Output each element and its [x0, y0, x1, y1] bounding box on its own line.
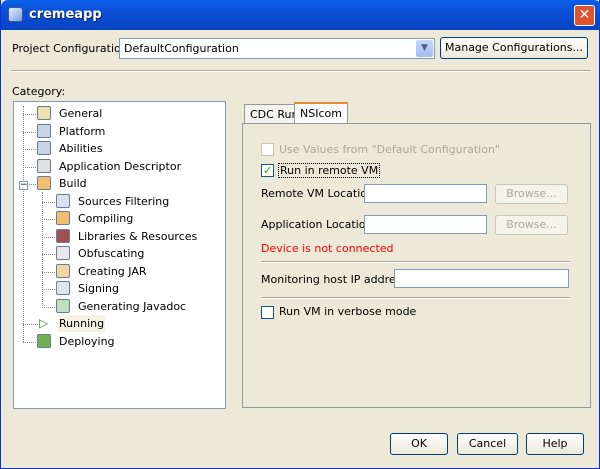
play-icon: ▷ [39, 316, 49, 330]
run-remote-label: Run in remote VM [278, 163, 381, 178]
chevron-down-icon[interactable]: ▼ [416, 40, 433, 57]
manage-configurations-button[interactable]: Manage Configurations... [440, 37, 588, 59]
close-button[interactable]: ✕ [574, 5, 595, 26]
tree-item-creating-jar[interactable]: Creating JAR [77, 263, 148, 280]
help-button[interactable]: Help [526, 433, 584, 455]
monitoring-ip-label: Monitoring host IP address: [261, 273, 411, 286]
error-message: Device is not connected [261, 242, 394, 255]
verbose-label: Run VM in verbose mode [279, 305, 417, 318]
project-config-select[interactable]: DefaultConfiguration ▼ [119, 38, 435, 59]
app-location-label: Application Location: [261, 218, 377, 231]
tree-item-application-descriptor[interactable]: Application Descriptor [58, 158, 182, 175]
tree-item-deploying[interactable]: Deploying [58, 333, 116, 350]
run-remote-checkbox[interactable]: ✓ [261, 164, 274, 177]
build-icon [37, 176, 51, 190]
libraries-resources-icon [56, 228, 70, 243]
obfuscating-icon [56, 246, 70, 260]
divider [261, 297, 570, 299]
divider [261, 261, 570, 263]
tree-item-build[interactable]: Build [58, 175, 88, 192]
use-defaults-checkbox[interactable] [261, 143, 274, 156]
divider [11, 70, 591, 72]
remote-vm-label: Remote VM Location: [261, 187, 378, 200]
application-descriptor-icon [37, 158, 51, 173]
tree-item-running[interactable]: Running [58, 315, 106, 332]
sources-filtering-icon [56, 193, 70, 208]
tree-item-general[interactable]: General [58, 105, 103, 122]
collapse-build-icon[interactable]: − [19, 181, 28, 190]
tree-item-libraries-resources[interactable]: Libraries & Resources [77, 228, 198, 245]
window-title: cremeapp [29, 7, 102, 22]
category-label: Category: [12, 85, 66, 98]
remote-vm-browse-button[interactable]: Browse... [495, 184, 568, 204]
category-tree: General Platform Abilities Application Desc… [13, 101, 226, 409]
tree-item-abilities[interactable]: Abilities [58, 140, 104, 157]
verbose-checkbox[interactable] [261, 306, 274, 319]
dialog-window: cremeapp ✕ Project Configuration: Defaul… [0, 0, 600, 469]
generating-javadoc-icon [56, 298, 70, 313]
remote-vm-input[interactable] [364, 184, 487, 203]
tree-item-generating-javadoc[interactable]: Generating Javadoc [77, 298, 187, 315]
nsicom-panel: Use Values from "Default Configuration" … [242, 123, 591, 408]
creating-jar-icon [56, 263, 70, 278]
title-bar: cremeapp ✕ [1, 0, 600, 30]
tree-item-sources-filtering[interactable]: Sources Filtering [77, 193, 170, 210]
app-icon [8, 7, 23, 22]
tree-item-signing[interactable]: Signing [77, 280, 120, 297]
deploying-icon [37, 333, 51, 348]
project-config-label: Project Configuration: [12, 42, 132, 55]
compiling-icon [56, 211, 70, 225]
tree-item-obfuscating[interactable]: Obfuscating [77, 245, 145, 262]
tab-nsicom[interactable]: NSIcom [294, 102, 348, 124]
app-location-input[interactable] [364, 215, 487, 234]
project-config-value: DefaultConfiguration [124, 42, 239, 55]
app-location-browse-button[interactable]: Browse... [495, 215, 568, 235]
platform-icon [37, 123, 51, 138]
abilities-icon [37, 141, 51, 155]
ok-button[interactable]: OK [390, 433, 448, 455]
cancel-button[interactable]: Cancel [457, 433, 518, 455]
use-defaults-label: Use Values from "Default Configuration" [279, 143, 500, 156]
tree-item-platform[interactable]: Platform [58, 123, 106, 140]
tree-item-compiling[interactable]: Compiling [77, 210, 134, 227]
monitoring-ip-input[interactable] [394, 269, 569, 288]
signing-icon [56, 281, 70, 295]
general-icon [37, 106, 51, 120]
